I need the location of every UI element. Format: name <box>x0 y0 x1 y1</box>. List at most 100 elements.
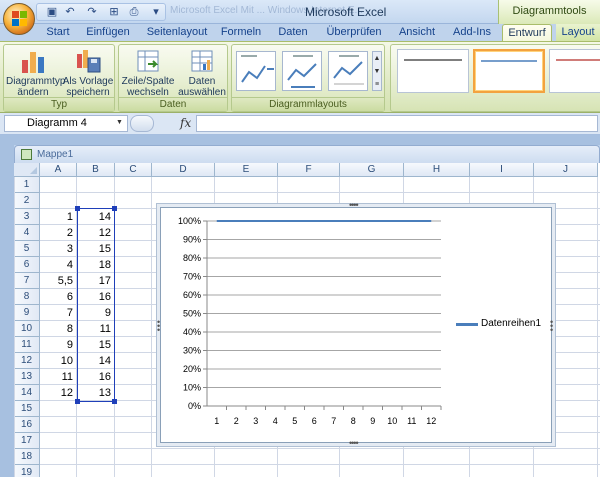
switch-row-column-button[interactable]: Zeile/Spalte wechseln <box>121 47 175 99</box>
row-header-7[interactable]: 7 <box>14 273 40 289</box>
save-as-template-button[interactable]: Als Vorlage speichern <box>62 47 114 99</box>
range-handle[interactable] <box>112 399 117 404</box>
range-handle[interactable] <box>112 206 117 211</box>
chart-style-2[interactable] <box>473 49 545 93</box>
select-data-button[interactable]: Daten auswählen <box>177 47 227 99</box>
layout-gallery-scroll[interactable]: ▲ ▼ ≡ <box>372 51 382 91</box>
context-tab-group-label: Diagrammtools <box>498 0 600 24</box>
cell-a13[interactable]: 11 <box>40 369 77 385</box>
cell-a10[interactable]: 8 <box>40 321 77 337</box>
group-chart-styles <box>390 44 600 112</box>
insert-function-icon[interactable]: fx <box>180 116 191 130</box>
chart-style-1[interactable] <box>397 49 469 93</box>
row-header-4[interactable]: 4 <box>14 225 40 241</box>
row-header-17[interactable]: 17 <box>14 433 40 449</box>
cell-a11[interactable]: 9 <box>40 337 77 353</box>
cell-a3[interactable]: 1 <box>40 209 77 225</box>
row-header-8[interactable]: 8 <box>14 289 40 305</box>
chart-layout-1[interactable] <box>236 51 276 91</box>
column-header-f[interactable]: F <box>278 163 340 177</box>
customize-qat-icon[interactable]: ▾ <box>148 4 164 20</box>
cell-a5[interactable]: 3 <box>40 241 77 257</box>
legend-marker <box>456 323 478 326</box>
tab-start[interactable]: Start <box>40 24 76 41</box>
office-button[interactable] <box>3 3 35 35</box>
row-header-18[interactable]: 18 <box>14 449 40 465</box>
tab-daten[interactable]: Daten <box>272 24 314 41</box>
range-handle[interactable] <box>75 399 80 404</box>
column-header-b[interactable]: B <box>77 163 115 177</box>
formula-expand-button[interactable] <box>130 115 154 132</box>
cell-a7[interactable]: 5,5 <box>40 273 77 289</box>
x-tick-label: 2 <box>234 416 239 426</box>
y-tick-label: 0% <box>188 401 201 411</box>
row-header-12[interactable]: 12 <box>14 353 40 369</box>
x-tick-label: 9 <box>370 416 375 426</box>
chart-object[interactable]: •••• •••• • • • • • • 0% 10% 20% 30% 40% 50% 60% 70… <box>157 201 553 448</box>
y-tick-label: 60% <box>183 290 201 300</box>
x-tick-label: 8 <box>351 416 356 426</box>
row-header-5[interactable]: 5 <box>14 241 40 257</box>
formula-input[interactable] <box>196 115 598 132</box>
worksheet-grid[interactable]: ABCDEFGHIJ 1 2 3 4 5 6 7 8 9 10 11 12 13 14 15 16 17 18 19… <box>14 163 600 477</box>
tab-seitenlayout[interactable]: Seitenlayout <box>144 24 210 41</box>
column-header-i[interactable]: I <box>470 163 534 177</box>
tab-entwurf[interactable]: Entwurf <box>502 24 552 41</box>
row-header-10[interactable]: 10 <box>14 321 40 337</box>
column-header-c[interactable]: C <box>115 163 152 177</box>
workbook-title-bar[interactable]: Mappe1 <box>14 145 600 163</box>
save-icon[interactable]: ▣ <box>44 4 60 20</box>
column-header-g[interactable]: G <box>340 163 404 177</box>
y-tick-label: 40% <box>183 327 201 337</box>
row-header-15[interactable]: 15 <box>14 401 40 417</box>
chart-layout-3[interactable] <box>328 51 368 91</box>
name-box[interactable]: Diagramm 4 <box>4 115 128 132</box>
table-icon[interactable]: ⊞ <box>106 4 122 20</box>
cell-a9[interactable]: 7 <box>40 305 77 321</box>
row-header-13[interactable]: 13 <box>14 369 40 385</box>
legend-entry[interactable]: Datenreihen1 <box>481 318 541 329</box>
column-header-d[interactable]: D <box>152 163 215 177</box>
select-all-corner[interactable] <box>14 163 40 177</box>
tab-ansicht[interactable]: Ansicht <box>394 24 440 41</box>
group-typ-label: Typ <box>4 97 114 111</box>
chevron-down-icon[interactable]: ▼ <box>116 119 123 126</box>
print-icon[interactable]: ⎙ <box>126 4 142 20</box>
tab-einfuegen[interactable]: Einfügen <box>82 24 134 41</box>
change-chart-type-button[interactable]: Diagrammtyp ändern <box>6 47 65 99</box>
chart-style-3[interactable] <box>549 49 600 93</box>
formula-bar: Diagramm 4 ▼ fx <box>0 113 600 135</box>
undo-icon[interactable]: ↶ <box>62 4 78 20</box>
cell-a14[interactable]: 12 <box>40 385 77 401</box>
row-header-2[interactable]: 2 <box>14 193 40 209</box>
y-tick-label: 70% <box>183 272 201 282</box>
row-header-19[interactable]: 19 <box>14 465 40 477</box>
workbook-icon <box>21 149 32 160</box>
column-header-h[interactable]: H <box>404 163 470 177</box>
tab-layout[interactable]: Layout <box>556 24 600 41</box>
range-handle[interactable] <box>75 206 80 211</box>
row-header-16[interactable]: 16 <box>14 417 40 433</box>
cell-a6[interactable]: 4 <box>40 257 77 273</box>
row-header-11[interactable]: 11 <box>14 337 40 353</box>
select-data-label: Daten auswählen <box>178 76 226 98</box>
redo-icon[interactable]: ↷ <box>84 4 100 20</box>
row-header-14[interactable]: 14 <box>14 385 40 401</box>
y-tick-label: 20% <box>183 364 201 374</box>
chart-layout-2[interactable] <box>282 51 322 91</box>
switch-row-column-label: Zeile/Spalte wechseln <box>121 76 175 98</box>
resize-handle-left[interactable]: • • • <box>157 318 160 335</box>
column-header-a[interactable]: A <box>40 163 77 177</box>
cell-a8[interactable]: 6 <box>40 289 77 305</box>
column-header-e[interactable]: E <box>215 163 278 177</box>
row-header-3[interactable]: 3 <box>14 209 40 225</box>
row-header-9[interactable]: 9 <box>14 305 40 321</box>
cell-a4[interactable]: 2 <box>40 225 77 241</box>
row-header-6[interactable]: 6 <box>14 257 40 273</box>
column-header-j[interactable]: J <box>534 163 598 177</box>
tab-formeln[interactable]: Formeln <box>218 24 264 41</box>
row-header-1[interactable]: 1 <box>14 177 40 193</box>
tab-add-ins[interactable]: Add-Ins <box>448 24 496 41</box>
cell-a12[interactable]: 10 <box>40 353 77 369</box>
tab-ueberpruefen[interactable]: Überprüfen <box>322 24 386 41</box>
